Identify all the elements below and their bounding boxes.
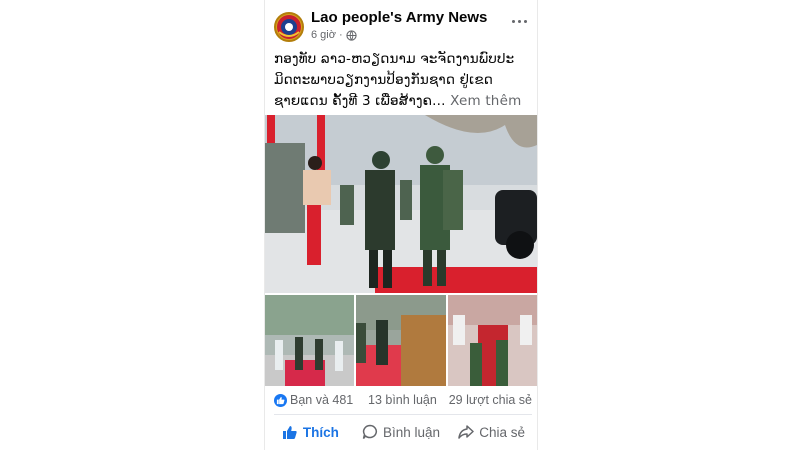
thumbnail-photo-2[interactable] [356, 295, 446, 386]
post-actions: Thích Bình luận Chia sẻ [265, 418, 537, 446]
post-stats: Bạn và 481 13 bình luận 29 lượt chia sẻ [274, 392, 532, 410]
see-more-link[interactable]: Xem thêm [450, 93, 521, 109]
page-name[interactable]: Lao people's Army News [311, 9, 487, 26]
comment-button[interactable]: Bình luận [356, 418, 447, 446]
comments-count[interactable]: 13 bình luận [368, 393, 437, 407]
comment-icon [362, 424, 378, 439]
share-label: Chia sẻ [479, 424, 526, 440]
thumbs-up-icon [282, 426, 297, 439]
facebook-post-card: Lao people's Army News 6 giờ · ກອງທັບ ລາ… [264, 0, 538, 450]
more-icon[interactable] [509, 14, 529, 28]
divider [274, 414, 532, 415]
post-meta: 6 giờ · [311, 29, 357, 41]
shares-count[interactable]: 29 lượt chia sẻ [449, 393, 532, 407]
post-caption: ກອງທັບ ລາວ-ຫວຽດນາມ ຈະຈັດງານພົບປະ ມິດຕະພາ… [274, 49, 532, 112]
share-button[interactable]: Chia sẻ [446, 418, 537, 446]
reactions-count[interactable]: Bạn và 481 [290, 393, 353, 407]
post-header: Lao people's Army News 6 giờ · [265, 6, 537, 46]
like-reaction-icon [274, 394, 287, 407]
comment-label: Bình luận [382, 424, 441, 440]
share-icon [458, 425, 475, 439]
like-label: Thích [302, 424, 339, 440]
thumbnail-photo-1[interactable] [265, 295, 355, 386]
thumbnail-photo-3[interactable] [447, 295, 537, 386]
globe-icon [346, 29, 357, 41]
post-time[interactable]: 6 giờ · [311, 29, 343, 41]
photo-thumbnails [265, 295, 537, 386]
lao-army-emblem-icon[interactable] [274, 12, 304, 42]
main-photo[interactable] [265, 115, 537, 293]
like-button[interactable]: Thích [265, 418, 356, 446]
